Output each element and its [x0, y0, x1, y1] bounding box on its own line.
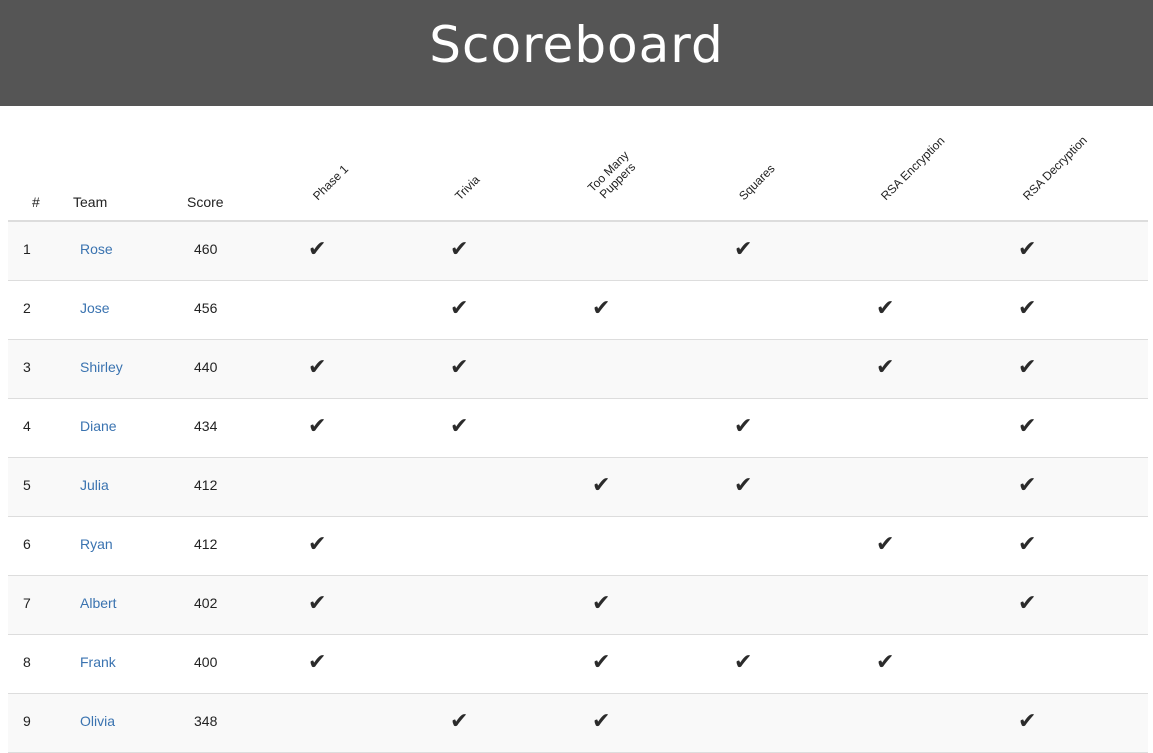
table-header: # Team Score Phase 1 Trivia Too Many Pupper…: [8, 106, 1148, 222]
rank-cell: 7: [23, 595, 31, 611]
team-link[interactable]: Julia: [80, 477, 109, 493]
challenge-header-6: RSA Decryption: [1020, 133, 1090, 203]
rank-cell: 1: [23, 241, 31, 257]
score-cell: 348: [194, 713, 218, 729]
solved-check-icon: ✔: [592, 650, 611, 675]
solved-check-icon: ✔: [1018, 237, 1037, 262]
table-row: 4 Diane 434 ✔ ✔ ✔ ✔: [8, 399, 1148, 458]
solved-check-icon: ✔: [1018, 296, 1037, 321]
table-row: 9 Olivia 348 ✔ ✔ ✔: [8, 694, 1148, 753]
challenge-header-1: Phase 1: [310, 161, 352, 203]
rank-cell: 9: [23, 713, 31, 729]
solved-check-icon: ✔: [876, 532, 895, 557]
rank-cell: 8: [23, 654, 31, 670]
solved-check-icon: ✔: [450, 709, 469, 734]
solved-check-icon: ✔: [1018, 532, 1037, 557]
solved-check-icon: ✔: [592, 591, 611, 616]
score-cell: 400: [194, 654, 218, 670]
rank-cell: 6: [23, 536, 31, 552]
rank-cell: 5: [23, 477, 31, 493]
challenge-header-4: Squares: [736, 161, 778, 203]
score-cell: 434: [194, 418, 218, 434]
team-link[interactable]: Jose: [80, 300, 110, 316]
solved-check-icon: ✔: [450, 296, 469, 321]
score-cell: 456: [194, 300, 218, 316]
solved-check-icon: ✔: [592, 296, 611, 321]
score-cell: 412: [194, 536, 218, 552]
solved-check-icon: ✔: [734, 473, 753, 498]
score-cell: 460: [194, 241, 218, 257]
solved-check-icon: ✔: [1018, 414, 1037, 439]
score-cell: 402: [194, 595, 218, 611]
team-link[interactable]: Shirley: [80, 359, 123, 375]
solved-check-icon: ✔: [308, 532, 327, 557]
solved-check-icon: ✔: [450, 414, 469, 439]
challenge-header-2: Trivia: [452, 172, 483, 203]
rank-cell: 4: [23, 418, 31, 434]
rank-cell: 2: [23, 300, 31, 316]
table-row: 2 Jose 456 ✔ ✔ ✔ ✔: [8, 281, 1148, 340]
solved-check-icon: ✔: [1018, 709, 1037, 734]
challenge-header-label: Trivia: [452, 172, 483, 203]
table-row: 3 Shirley 440 ✔ ✔ ✔ ✔: [8, 340, 1148, 399]
challenge-header-label: RSA Encryption: [878, 133, 948, 203]
challenge-header-label: Phase 1: [310, 161, 352, 203]
solved-check-icon: ✔: [876, 355, 895, 380]
solved-check-icon: ✔: [450, 237, 469, 262]
solved-check-icon: ✔: [592, 709, 611, 734]
team-link[interactable]: Olivia: [80, 713, 115, 729]
scoreboard-table: # Team Score Phase 1 Trivia Too Many Pupper…: [8, 106, 1148, 753]
solved-check-icon: ✔: [876, 650, 895, 675]
table-row: 6 Ryan 412 ✔ ✔ ✔: [8, 517, 1148, 576]
team-link[interactable]: Frank: [80, 654, 116, 670]
challenge-header-label: Squares: [736, 161, 778, 203]
table-row: 1 Rose 460 ✔ ✔ ✔ ✔: [8, 222, 1148, 281]
team-link[interactable]: Albert: [80, 595, 117, 611]
solved-check-icon: ✔: [308, 237, 327, 262]
score-header: Score: [187, 194, 224, 210]
solved-check-icon: ✔: [308, 355, 327, 380]
team-link[interactable]: Diane: [80, 418, 117, 434]
solved-check-icon: ✔: [734, 414, 753, 439]
solved-check-icon: ✔: [734, 650, 753, 675]
score-cell: 412: [194, 477, 218, 493]
solved-check-icon: ✔: [876, 296, 895, 321]
team-link[interactable]: Rose: [80, 241, 113, 257]
solved-check-icon: ✔: [1018, 591, 1037, 616]
page-title: Scoreboard: [429, 16, 724, 74]
rank-cell: 3: [23, 359, 31, 375]
challenge-header-3: Too Many Puppers: [585, 148, 641, 204]
solved-check-icon: ✔: [1018, 355, 1037, 380]
solved-check-icon: ✔: [592, 473, 611, 498]
solved-check-icon: ✔: [308, 650, 327, 675]
table-row: 7 Albert 402 ✔ ✔ ✔: [8, 576, 1148, 635]
team-link[interactable]: Ryan: [80, 536, 113, 552]
table-row: 5 Julia 412 ✔ ✔ ✔: [8, 458, 1148, 517]
table-row: 8 Frank 400 ✔ ✔ ✔ ✔: [8, 635, 1148, 694]
rank-header: #: [32, 194, 40, 210]
team-header: Team: [73, 194, 108, 210]
solved-check-icon: ✔: [734, 237, 753, 262]
challenge-header-label: RSA Decryption: [1020, 133, 1090, 203]
challenge-header-5: RSA Encryption: [878, 133, 948, 203]
solved-check-icon: ✔: [450, 355, 469, 380]
solved-check-icon: ✔: [308, 414, 327, 439]
solved-check-icon: ✔: [308, 591, 327, 616]
page-header: Scoreboard: [0, 0, 1153, 106]
solved-check-icon: ✔: [1018, 473, 1037, 498]
score-cell: 440: [194, 359, 218, 375]
